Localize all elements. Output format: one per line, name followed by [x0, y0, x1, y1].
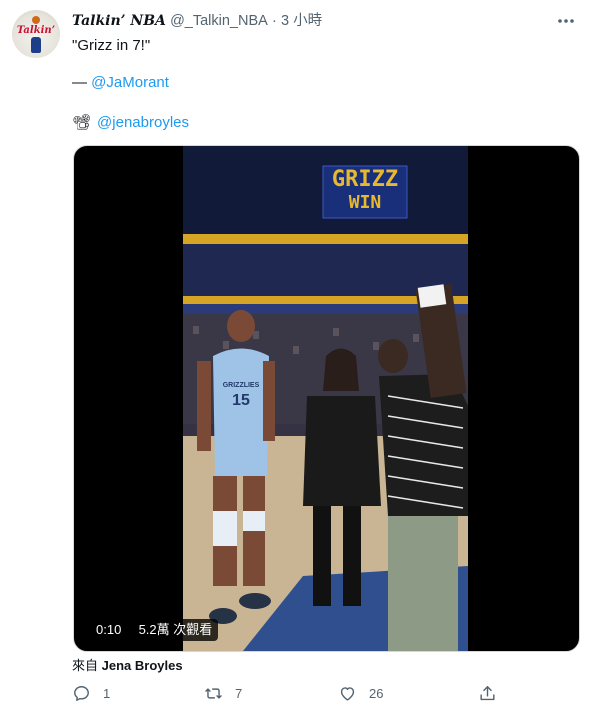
tweet-header: Talkin’ NBA @_Talkin_NBA · 3 小時 [72, 12, 543, 30]
like-button[interactable]: 26 [338, 682, 383, 704]
jersey-number: 15 [232, 392, 250, 409]
display-name[interactable]: Talkin’ NBA [72, 13, 166, 29]
separator-dot: · [271, 13, 277, 29]
share-button[interactable] [478, 682, 497, 704]
avatar[interactable]: Talkin’ [12, 10, 60, 58]
projector-icon: 📽 [72, 114, 92, 131]
more-options-icon[interactable] [555, 10, 577, 32]
tweet-text-credit: 📽 @jenabroyles [72, 113, 189, 133]
avatar-player-figure [31, 37, 41, 53]
scoreboard-text-win: WIN [348, 192, 382, 213]
video-stats-overlay: 0:10 5.2萬 次觀看 [90, 619, 219, 641]
mention-link-jamorant[interactable]: @JaMorant [91, 74, 169, 91]
jersey-name: GRIZZLIES [222, 382, 260, 389]
reply-icon [74, 685, 89, 701]
video-player[interactable]: GRIZZ WIN GRIZZLIES 15 0:10 5.2萬 次觀看 [73, 145, 580, 652]
heart-icon [340, 686, 355, 701]
like-count: 26 [369, 685, 384, 701]
video-frame[interactable]: GRIZZ WIN GRIZZLIES 15 [183, 146, 468, 651]
video-source: 來自 Jena Broyles [72, 655, 183, 674]
source-author-link[interactable]: Jena Broyles [102, 658, 183, 673]
video-view-count: 5.2萬 次觀看 [138, 622, 213, 637]
tweet-text-quote: "Grizz in 7!" [72, 37, 151, 54]
tweet-actions-bar: 1 7 26 [72, 682, 512, 704]
share-icon [480, 685, 495, 700]
scoreboard-text-grizz: GRIZZ [331, 167, 399, 192]
retweet-count: 7 [235, 685, 243, 701]
retweet-icon [205, 687, 222, 699]
video-duration: 0:10 [96, 622, 122, 637]
timestamp[interactable]: 3 小時 [281, 13, 322, 29]
mention-link-jenabroyles[interactable]: @jenabroyles [97, 113, 189, 133]
user-handle[interactable]: @_Talkin_NBA [170, 13, 268, 29]
attribution-dash: — [72, 74, 92, 91]
tweet-text-attribution: — @JaMorant [72, 73, 169, 93]
avatar-logo-text: Talkin’ [16, 25, 56, 36]
reply-count: 1 [103, 685, 111, 701]
basketball-icon [32, 16, 40, 24]
source-prefix: 來自 [72, 658, 99, 673]
retweet-button[interactable]: 7 [204, 682, 242, 704]
reply-button[interactable]: 1 [72, 682, 110, 704]
